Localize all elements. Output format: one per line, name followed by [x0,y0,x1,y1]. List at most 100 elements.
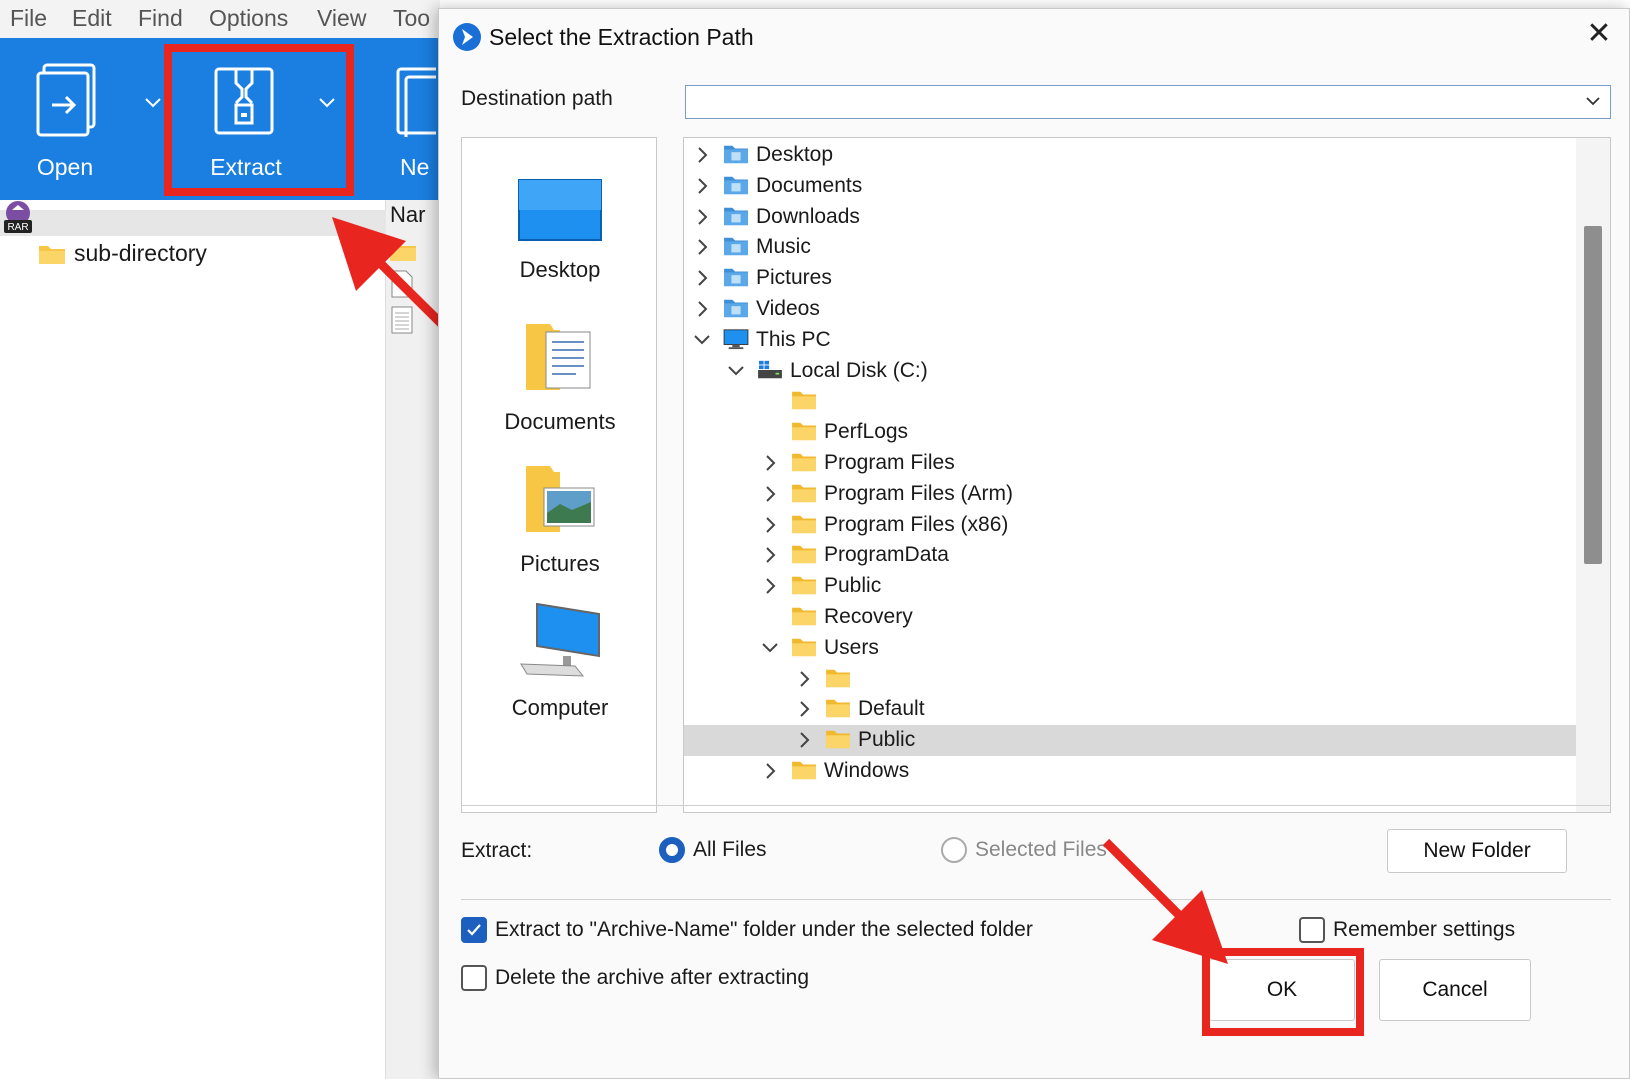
chevron-right-icon[interactable] [692,205,712,229]
close-icon[interactable]: ✕ [1583,19,1615,51]
checkbox-extract-to-folder-label: Extract to "Archive-Name" folder under t… [495,918,1033,941]
chevron-right-icon[interactable] [794,697,814,721]
radio-selected-files[interactable]: Selected Files [941,837,1107,863]
place-computer[interactable]: Computer [462,600,658,721]
tree-row[interactable]: Public [684,571,1576,602]
destination-path-combobox[interactable] [685,85,1611,119]
folder-icon [826,669,850,687]
menu-tools[interactable]: Too [393,5,430,32]
extract-scope-label: Extract: [461,839,533,862]
tree-row[interactable]: Windows [684,756,1576,787]
chevron-right-icon[interactable] [760,451,780,475]
chevron-right-icon[interactable] [760,513,780,537]
tree-row-label: Program Files (Arm) [824,481,1014,505]
place-desktop[interactable]: Desktop [462,178,658,283]
checkbox-delete-archive-label: Delete the archive after extracting [495,966,809,989]
checkbox-extract-to-folder[interactable]: Extract to "Archive-Name" folder under t… [461,917,1033,943]
chevron-right-icon[interactable] [760,482,780,506]
checkbox-extract-to-folder-box[interactable] [461,917,487,943]
chevron-right-icon[interactable] [692,174,712,198]
tree-row[interactable]: PerfLogs [684,417,1576,448]
menu-edit[interactable]: Edit [72,5,112,32]
chevron-right-icon[interactable] [692,266,712,290]
radio-all-files-dot[interactable] [659,837,685,863]
tree-row-label: Public [824,574,882,598]
tree-row[interactable]: Downloads [684,202,1576,233]
chevron-right-icon[interactable] [760,543,780,567]
tree-row-label: Default [858,697,925,721]
chevron-down-icon[interactable] [1584,92,1602,110]
radio-selected-files-dot[interactable] [941,837,967,863]
place-computer-label: Computer [511,695,609,720]
tree-row[interactable]: Desktop [684,140,1576,171]
tree-row[interactable]: Default [684,694,1576,725]
tree-row[interactable]: Program Files (x86) [684,510,1576,541]
tree-row[interactable]: Users [684,633,1576,664]
folder-icon [792,515,816,533]
tree-row-label: Users [824,635,879,659]
radio-all-files[interactable]: All Files [659,837,767,863]
documents-folder-icon [724,176,748,194]
chevron-down-icon[interactable] [726,359,746,383]
tree-row[interactable]: Documents [684,171,1576,202]
chevron-right-icon[interactable] [794,728,814,752]
open-dropdown-chevron-icon[interactable] [144,96,162,114]
divider [461,899,1611,900]
tree-row-label: Desktop [756,143,834,166]
local-disk-icon [758,360,782,378]
pictures-folder-icon [526,466,595,532]
new-folder-button[interactable]: New Folder [1387,829,1567,873]
folder-tree: Windows Public Default Users Recovery Public P… [683,137,1611,813]
tree-row[interactable]: This PC [684,325,1576,356]
tree-row[interactable]: Music [684,232,1576,263]
sub-directory-label: sub-directory [74,240,207,266]
place-documents[interactable]: Documents [462,316,658,435]
tree-row-label: Windows [824,759,910,782]
chevron-right-icon[interactable] [760,759,780,783]
places-sidebar: Desktop Documents Pictures Computer [461,137,657,813]
tree-row[interactable]: Program Files (Arm) [684,479,1576,510]
radio-selected-files-label: Selected Files [975,838,1107,861]
folder-icon [792,546,816,564]
cancel-button[interactable]: Cancel [1379,959,1531,1021]
chevron-right-icon[interactable] [760,574,780,598]
tree-scrollbar[interactable] [1576,138,1610,812]
checkbox-remember-settings[interactable]: Remember settings [1299,917,1515,943]
tree-row[interactable]: Videos [684,294,1576,325]
extraction-path-dialog: Select the Extraction Path ✕ Destination… [438,8,1630,1079]
place-pictures-label: Pictures [520,551,600,576]
tree-row[interactable]: ProgramData [684,540,1576,571]
menu-file[interactable]: File [10,5,47,32]
chevron-right-icon[interactable] [692,297,712,321]
new-button[interactable]: Ne [392,38,440,200]
checkbox-delete-archive[interactable]: Delete the archive after extracting [461,965,809,991]
tree-row[interactable]: Pictures [684,263,1576,294]
tree-row[interactable]: Public [684,725,1576,757]
tree-item-sub-directory[interactable]: sub-directory [38,240,207,267]
place-pictures[interactable]: Pictures [462,458,658,577]
tree-row[interactable] [684,386,1576,417]
tree-scrollbar-thumb[interactable] [1584,226,1602,564]
tree-row[interactable]: Program Files [684,448,1576,479]
tree-row-label: Local Disk (C:) [790,358,928,382]
tree-row[interactable] [684,664,1576,695]
chevron-right-icon[interactable] [794,667,814,691]
open-button[interactable]: Open [10,38,120,200]
menu-options[interactable]: Options [209,5,288,32]
divider [461,805,1611,806]
chevron-right-icon[interactable] [692,235,712,259]
folder-icon [792,392,816,410]
menu-find[interactable]: Find [138,5,183,32]
chevron-down-icon[interactable] [692,328,712,352]
menu-view[interactable]: View [317,5,366,32]
folder-icon [792,453,816,472]
pictures-folder-icon [724,268,748,287]
checkbox-remember-settings-box[interactable] [1299,917,1325,943]
tree-row[interactable]: Recovery [684,602,1576,633]
tree-row-label: Program Files (x86) [824,512,1009,536]
documents-folder-icon [526,324,591,390]
chevron-right-icon[interactable] [692,143,712,167]
chevron-down-icon[interactable] [760,636,780,660]
checkbox-delete-archive-box[interactable] [461,965,487,991]
tree-row[interactable]: Local Disk (C:) [684,356,1576,387]
